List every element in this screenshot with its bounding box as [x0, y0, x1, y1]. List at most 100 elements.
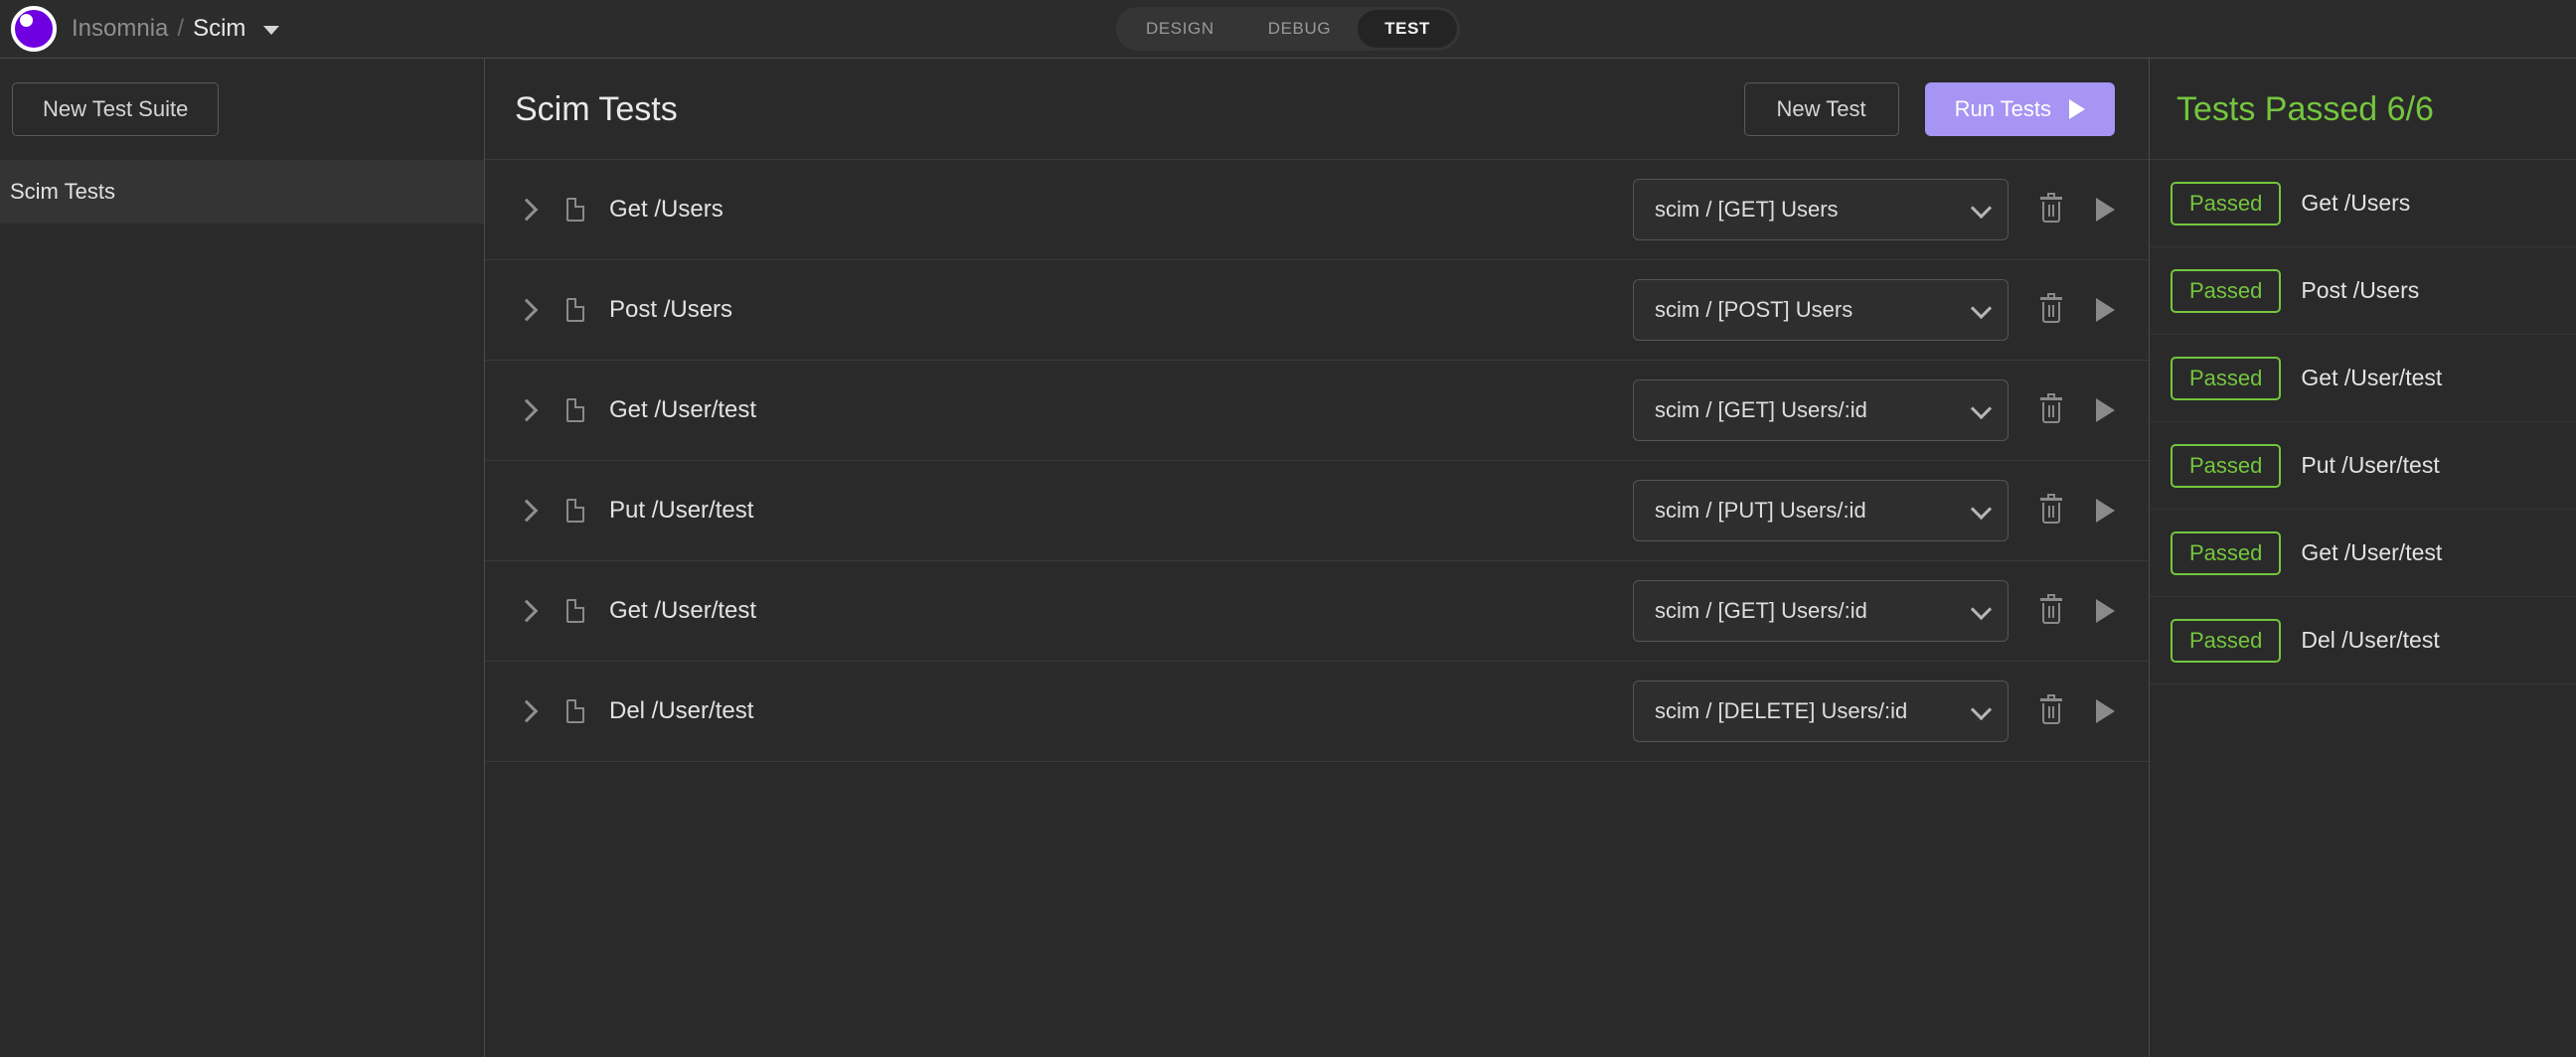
play-icon[interactable]: [2096, 198, 2115, 222]
test-list-header: Scim Tests New Test Run Tests: [485, 59, 2149, 160]
table-row[interactable]: Get /Users scim / [GET] Users: [485, 160, 2149, 260]
play-icon: [2069, 99, 2085, 119]
run-tests-button[interactable]: Run Tests: [1925, 82, 2115, 136]
test-results-panel: Tests Passed 6/6 Passed Get /Users Passe…: [2150, 59, 2576, 1057]
result-name: Get /Users: [2301, 190, 2410, 217]
breadcrumb-root[interactable]: Insomnia: [72, 17, 168, 41]
request-select[interactable]: scim / [DELETE] Users/:id: [1633, 680, 2009, 742]
result-name: Get /User/test: [2301, 365, 2442, 391]
chevron-right-icon[interactable]: [515, 700, 537, 722]
list-item[interactable]: Passed Get /User/test: [2150, 335, 2576, 422]
file-icon: [566, 198, 584, 222]
breadcrumb-separator: /: [177, 17, 184, 41]
tab-debug[interactable]: DEBUG: [1241, 10, 1358, 48]
workspace-body: New Test Suite Scim Tests Scim Tests New…: [0, 59, 2576, 1057]
trash-icon[interactable]: [2040, 197, 2062, 223]
chevron-right-icon[interactable]: [515, 399, 537, 421]
request-select[interactable]: scim / [GET] Users/:id: [1633, 379, 2009, 441]
results-header: Tests Passed 6/6: [2150, 59, 2576, 160]
test-suite-sidebar: New Test Suite Scim Tests: [0, 59, 485, 1057]
tab-test[interactable]: TEST: [1358, 10, 1457, 48]
request-select-value: scim / [PUT] Users/:id: [1655, 498, 1972, 524]
chevron-down-icon: [1972, 502, 1990, 520]
test-list: Get /Users scim / [GET] Users Post /User…: [485, 160, 2149, 1057]
tab-design[interactable]: DESIGN: [1119, 10, 1241, 48]
request-select[interactable]: scim / [POST] Users: [1633, 279, 2009, 341]
breadcrumb[interactable]: Insomnia / Scim: [72, 17, 279, 41]
play-icon[interactable]: [2096, 699, 2115, 723]
trash-icon[interactable]: [2040, 297, 2062, 323]
play-icon[interactable]: [2096, 599, 2115, 623]
top-bar: Insomnia / Scim DESIGN DEBUG TEST: [0, 0, 2576, 59]
sidebar-item-scim-tests[interactable]: Scim Tests: [0, 160, 484, 224]
table-row[interactable]: Del /User/test scim / [DELETE] Users/:id: [485, 662, 2149, 762]
table-row[interactable]: Get /User/test scim / [GET] Users/:id: [485, 361, 2149, 461]
page-title: Scim Tests: [515, 92, 1744, 126]
file-icon: [566, 298, 584, 322]
sidebar-item-label: Scim Tests: [10, 179, 115, 205]
list-item[interactable]: Passed Del /User/test: [2150, 597, 2576, 684]
request-select-value: scim / [GET] Users: [1655, 197, 1972, 223]
trash-icon[interactable]: [2040, 598, 2062, 624]
test-name: Get /User/test: [609, 396, 1633, 424]
request-select[interactable]: scim / [PUT] Users/:id: [1633, 480, 2009, 541]
request-select-value: scim / [DELETE] Users/:id: [1655, 698, 1972, 724]
table-row[interactable]: Put /User/test scim / [PUT] Users/:id: [485, 461, 2149, 561]
play-icon[interactable]: [2096, 398, 2115, 422]
tests-passed-summary: Tests Passed 6/6: [2176, 92, 2434, 126]
request-select[interactable]: scim / [GET] Users/:id: [1633, 580, 2009, 642]
table-row[interactable]: Get /User/test scim / [GET] Users/:id: [485, 561, 2149, 662]
list-item[interactable]: Passed Post /Users: [2150, 247, 2576, 335]
play-icon[interactable]: [2096, 298, 2115, 322]
chevron-down-icon: [1972, 401, 1990, 419]
list-item[interactable]: Passed Put /User/test: [2150, 422, 2576, 510]
request-select-value: scim / [GET] Users/:id: [1655, 598, 1972, 624]
breadcrumb-current[interactable]: Scim: [193, 17, 245, 41]
caret-down-icon[interactable]: [263, 26, 279, 35]
request-select-value: scim / [POST] Users: [1655, 297, 1972, 323]
trash-icon[interactable]: [2040, 397, 2062, 423]
result-name: Del /User/test: [2301, 627, 2439, 654]
test-list-panel: Scim Tests New Test Run Tests Get /Users…: [485, 59, 2150, 1057]
chevron-down-icon: [1972, 201, 1990, 219]
row-actions: [2040, 397, 2115, 423]
brand-breadcrumb-group: Insomnia / Scim: [0, 6, 279, 52]
chevron-right-icon[interactable]: [515, 299, 537, 321]
status-badge: Passed: [2171, 269, 2281, 313]
result-name: Put /User/test: [2301, 452, 2439, 479]
test-name: Get /User/test: [609, 597, 1633, 625]
new-test-suite-button[interactable]: New Test Suite: [12, 82, 219, 136]
list-item[interactable]: Passed Get /Users: [2150, 160, 2576, 247]
table-row[interactable]: Post /Users scim / [POST] Users: [485, 260, 2149, 361]
chevron-right-icon[interactable]: [515, 500, 537, 522]
file-icon: [566, 499, 584, 523]
request-select[interactable]: scim / [GET] Users: [1633, 179, 2009, 240]
result-name: Get /User/test: [2301, 539, 2442, 566]
test-name: Del /User/test: [609, 697, 1633, 725]
run-tests-label: Run Tests: [1955, 98, 2051, 120]
list-item[interactable]: Passed Get /User/test: [2150, 510, 2576, 597]
trash-icon[interactable]: [2040, 698, 2062, 724]
test-name: Post /Users: [609, 296, 1633, 324]
request-select-value: scim / [GET] Users/:id: [1655, 397, 1972, 423]
row-actions: [2040, 197, 2115, 223]
status-badge: Passed: [2171, 531, 2281, 575]
status-badge: Passed: [2171, 444, 2281, 488]
sidebar-header: New Test Suite: [0, 59, 484, 160]
chevron-down-icon: [1972, 301, 1990, 319]
row-actions: [2040, 598, 2115, 624]
new-test-button[interactable]: New Test: [1744, 82, 1899, 136]
file-icon: [566, 599, 584, 623]
status-badge: Passed: [2171, 182, 2281, 226]
play-icon[interactable]: [2096, 499, 2115, 523]
chevron-down-icon: [1972, 602, 1990, 620]
insomnia-logo-icon: [11, 6, 57, 52]
result-name: Post /Users: [2301, 277, 2419, 304]
file-icon: [566, 699, 584, 723]
chevron-down-icon: [1972, 702, 1990, 720]
mode-switcher: DESIGN DEBUG TEST: [1116, 7, 1460, 51]
chevron-right-icon[interactable]: [515, 199, 537, 221]
trash-icon[interactable]: [2040, 498, 2062, 524]
file-icon: [566, 398, 584, 422]
chevron-right-icon[interactable]: [515, 600, 537, 622]
